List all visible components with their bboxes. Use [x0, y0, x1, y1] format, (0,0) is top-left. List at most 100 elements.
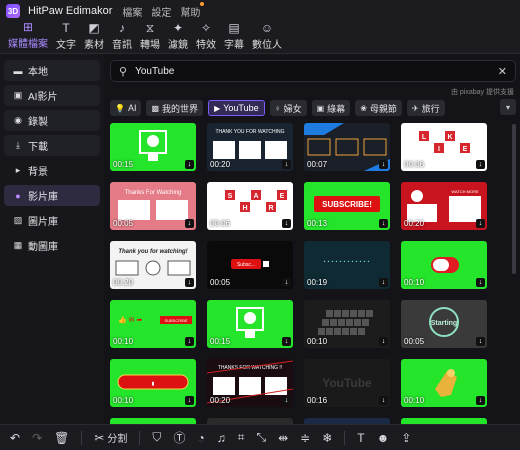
face-button[interactable]: ☻	[377, 431, 390, 445]
redo-button[interactable]: ↷	[32, 431, 42, 445]
clip-thumbnail[interactable]: 00:07 ↓	[304, 123, 390, 171]
clip-thumbnail[interactable]: 00:10 ↓	[304, 300, 390, 348]
chip-green-screen[interactable]: ▣ 綠幕	[311, 100, 351, 116]
clip-thumbnail[interactable]: Thanks For Watching 00:05 ↓	[110, 182, 196, 230]
clip-thumbnail[interactable]: YouTube 00:16 ↓	[304, 359, 390, 407]
close-icon[interactable]: ✕	[498, 65, 507, 78]
menu-file[interactable]: 檔案	[122, 4, 142, 19]
sidebar-item-6[interactable]: ● 影片庫	[4, 185, 100, 206]
sidebar-item-1[interactable]: ▬ 本地	[4, 60, 100, 81]
sidebar-item-7[interactable]: ▨ 圖片庫	[4, 210, 100, 231]
download-icon[interactable]: ↓	[476, 219, 485, 228]
clip-duration: 00:10	[404, 278, 425, 287]
clip-thumbnail[interactable]: THANK YOU FOR WATCHING 00:20 ↓	[207, 123, 293, 171]
split-button[interactable]: ✂ 分割	[94, 430, 127, 446]
youtube-icon: ▶	[214, 103, 221, 113]
crop-button[interactable]: ⌗	[238, 430, 245, 445]
download-icon[interactable]: ↓	[185, 278, 194, 287]
menu-help[interactable]: 幫助	[180, 1, 205, 19]
audio-detach-button[interactable]: ♫	[217, 431, 226, 445]
text-tool-button[interactable]: T	[357, 431, 364, 445]
text-tool-icon: T	[357, 430, 365, 445]
tool-transition[interactable]: ⧖ 轉場	[136, 21, 164, 53]
download-icon[interactable]: ↓	[282, 160, 291, 169]
tool-label: 素材	[84, 40, 104, 51]
adjust-button[interactable]: ≑	[300, 431, 310, 445]
clip-thumbnail[interactable]: ▪▪▪▪▪▪▪▪▪▪▪▪ 00:19 ↓	[304, 241, 390, 289]
sidebar-item-4[interactable]: ⤓ 下載	[4, 135, 100, 156]
clip-thumbnail[interactable]: L I K E 00:06 ↓	[401, 123, 487, 171]
download-icon[interactable]: ↓	[379, 337, 388, 346]
trash-button[interactable]: 🗑	[54, 431, 69, 445]
clip-thumbnail[interactable]: 00:15 ↓	[207, 300, 293, 348]
chip-bulb[interactable]: 💡 AI	[110, 100, 142, 116]
tool-avatar[interactable]: ☺ 數位人	[248, 21, 286, 53]
download-icon[interactable]: ↓	[476, 396, 485, 405]
clip-thumbnail[interactable]: S H A R E 00:06 ↓	[207, 182, 293, 230]
search-bar[interactable]: ⚲ ✕	[110, 60, 516, 82]
export-button[interactable]: ⇪	[401, 431, 411, 445]
download-icon[interactable]: ↓	[379, 219, 388, 228]
sidebar-item-label: 錄製	[28, 117, 48, 128]
sidebar-item-8[interactable]: ▦ 動圖庫	[4, 235, 100, 256]
clip-thumbnail[interactable]: 👍 ✉ ➦ SUBSCRIBE 00:10 ↓	[110, 300, 196, 348]
download-icon[interactable]: ↓	[476, 278, 485, 287]
clip-thumbnail[interactable]: 00:10 ↓	[401, 359, 487, 407]
download-icon[interactable]: ↓	[282, 396, 291, 405]
text-box-button[interactable]: Ⓣ	[173, 429, 185, 446]
clip-duration: 00:20	[113, 278, 134, 287]
ai-video-icon: ▣	[13, 90, 23, 100]
download-icon[interactable]: ↓	[379, 278, 388, 287]
download-icon[interactable]: ↓	[185, 160, 194, 169]
download-icon[interactable]: ↓	[282, 278, 291, 287]
clip-thumbnail[interactable]: Thank you for watching! 00:20 ↓	[110, 241, 196, 289]
download-icon[interactable]: ↓	[185, 219, 194, 228]
sidebar-item-2[interactable]: ▣ AI影片	[4, 85, 100, 106]
clip-thumbnail[interactable]: WATCH MORE 00:20 ↓	[401, 182, 487, 230]
search-input[interactable]	[135, 65, 476, 77]
download-icon[interactable]: ↓	[185, 337, 194, 346]
clip-thumbnail[interactable]: Subsc... 00:05 ↓	[207, 241, 293, 289]
flip-button[interactable]: ⇹	[278, 431, 288, 445]
download-icon[interactable]: ↓	[185, 396, 194, 405]
sidebar-item-5[interactable]: ▸ 背景	[4, 160, 100, 181]
speed-button[interactable]: ◔	[197, 431, 204, 445]
flip-icon: ⇹	[278, 430, 289, 445]
clip-thumbnail[interactable]: 00:10 ↓	[401, 241, 487, 289]
chip-women[interactable]: ♀ 婦女	[269, 100, 307, 116]
mask-button[interactable]: ⛉	[152, 430, 161, 445]
download-icon[interactable]: ↓	[476, 160, 485, 169]
tool-effect[interactable]: ✧ 特效	[192, 21, 220, 53]
chip-youtube[interactable]: ▶ YouTube	[208, 100, 265, 116]
chip-mothers-day[interactable]: ❀ 母親節	[355, 100, 402, 116]
clip-thumbnail[interactable]: THANKS FOR WATCHING !! 00:20 ↓	[207, 359, 293, 407]
chevron-down-icon[interactable]: ▾	[500, 99, 516, 115]
download-icon[interactable]: ↓	[379, 396, 388, 405]
resize-button[interactable]: ⤡	[256, 430, 266, 445]
clip-thumbnail[interactable]: 00:15 ↓	[110, 123, 196, 171]
chip-label: 綠幕	[327, 103, 346, 114]
clip-thumbnail[interactable]: ▮ 00:10 ↓	[110, 359, 196, 407]
chip-travel[interactable]: ✈ 旅行	[406, 100, 445, 116]
tool-music[interactable]: ♪ 音訊	[108, 21, 136, 53]
tool-filter[interactable]: ✦ 濾鏡	[164, 21, 192, 53]
undo-button[interactable]: ↶	[10, 431, 20, 445]
tool-material[interactable]: ◩ 素材	[80, 21, 108, 53]
chip-minecraft[interactable]: ▩ 我的世界	[146, 100, 204, 116]
clip-thumbnail[interactable]: SUBSCRIBE! 00:13 ↓	[304, 182, 390, 230]
freeze-button[interactable]: ❄	[322, 431, 332, 445]
clip-thumbnail[interactable]: Starting 00:05 ↓	[401, 300, 487, 348]
tool-subtitle[interactable]: ▤ 字幕	[220, 21, 248, 53]
download-icon[interactable]: ↓	[282, 219, 291, 228]
tool-text[interactable]: T 文字	[52, 21, 80, 53]
clip-duration: 00:15	[210, 337, 231, 346]
tool-folder[interactable]: ⊞ 媒體檔案	[4, 21, 52, 53]
download-icon[interactable]: ↓	[476, 337, 485, 346]
download-icon[interactable]: ↓	[282, 337, 291, 346]
tool-label: 字幕	[224, 40, 244, 51]
sidebar-item-3[interactable]: ◉ 錄製	[4, 110, 100, 131]
scrollbar[interactable]	[512, 124, 516, 274]
clip-grid: 00:15 ↓ THANK YOU FOR WATCHING 00:20 ↓ 00:07 ↓…	[110, 123, 490, 424]
download-icon[interactable]: ↓	[379, 160, 388, 169]
menu-settings[interactable]: 設定	[151, 4, 171, 19]
